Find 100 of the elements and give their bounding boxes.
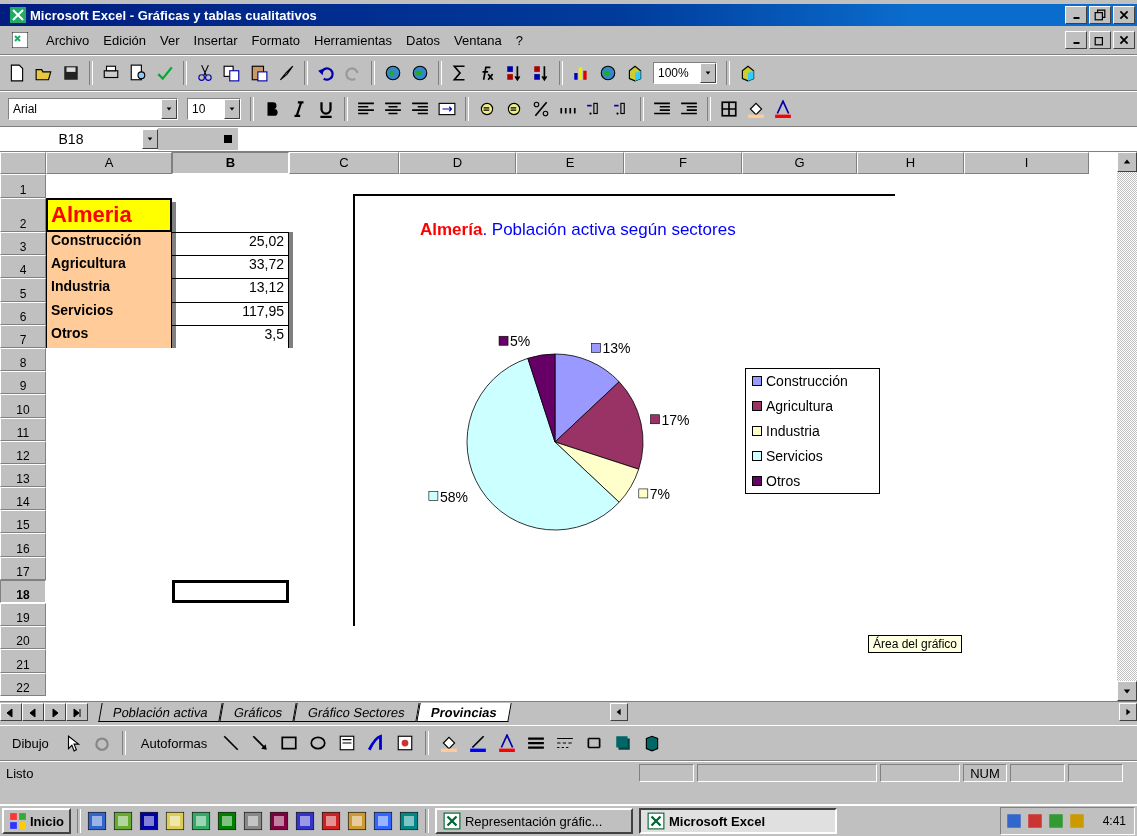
row-header[interactable]: 13	[0, 463, 46, 488]
menu-item[interactable]: Datos	[406, 32, 440, 48]
taskbar-button[interactable]: Representación gráfic...	[434, 808, 633, 834]
font-size-dropdown[interactable]: 10	[187, 98, 241, 120]
dropdown-button[interactable]	[224, 99, 240, 119]
scroll-button[interactable]	[1117, 681, 1137, 701]
new-file-icon[interactable]	[8, 64, 26, 82]
menu-item[interactable]: Ver	[160, 32, 180, 48]
copy-icon[interactable]	[223, 64, 241, 82]
row-header[interactable]: 11	[0, 417, 46, 441]
menu-item[interactable]: Archivo	[46, 32, 90, 48]
row-header[interactable]: 20	[0, 626, 46, 650]
row-header[interactable]: 12	[0, 440, 46, 464]
row-header[interactable]: 16	[0, 533, 46, 557]
menu-item[interactable]: ?	[515, 32, 523, 48]
row-header[interactable]: 18	[0, 579, 46, 603]
rectangle-icon[interactable]	[280, 734, 299, 752]
active-cell[interactable]	[172, 579, 289, 603]
borders-icon[interactable]	[720, 100, 738, 118]
menu-item[interactable]: Edición	[103, 32, 146, 48]
app-shortcut-icon[interactable]	[398, 811, 419, 831]
app-shortcut-icon[interactable]	[164, 811, 185, 831]
globe-icon[interactable]	[384, 64, 402, 82]
row-header[interactable]: 5	[0, 278, 46, 302]
app-shortcut-icon[interactable]	[242, 811, 263, 831]
row-header[interactable]: 17	[0, 556, 46, 580]
paste-icon[interactable]	[250, 64, 268, 82]
column-header[interactable]: C	[289, 152, 399, 174]
horizontal-scrollbar[interactable]	[609, 703, 1137, 721]
clip-art-icon[interactable]	[396, 734, 415, 752]
sheet-nav-button[interactable]	[22, 703, 44, 721]
row-header[interactable]: 9	[0, 371, 46, 395]
column-header[interactable]: G	[742, 152, 857, 174]
menu-item[interactable]: Formato	[251, 32, 300, 48]
column-header[interactable]: E	[516, 152, 624, 174]
tray-icon[interactable]	[1004, 812, 1023, 830]
percent-icon[interactable]	[532, 100, 550, 118]
font-dropdown[interactable]: Arial	[8, 98, 178, 120]
globe-icon[interactable]	[599, 64, 617, 82]
row-header[interactable]: 19	[0, 603, 46, 627]
column-header[interactable]: F	[624, 152, 742, 174]
menu-item[interactable]: Insertar	[193, 32, 238, 48]
line-color-icon[interactable]	[469, 734, 488, 752]
merge-cells-icon[interactable]	[438, 100, 456, 118]
app-shortcut-icon[interactable]	[346, 811, 367, 831]
sheet-tab[interactable]: Gráfico Sectores	[293, 702, 420, 722]
sheet-tab[interactable]: Provincias	[416, 702, 512, 722]
row-header[interactable]: 8	[0, 347, 46, 372]
sheet-tab[interactable]: Población activa	[98, 702, 223, 722]
row-header[interactable]: 6	[0, 301, 46, 325]
restore-button[interactable]	[1089, 6, 1111, 24]
line-style-icon[interactable]	[527, 734, 546, 752]
scroll-button[interactable]	[609, 703, 628, 721]
sort-descending-icon[interactable]	[532, 64, 550, 82]
sheet-tab[interactable]: Gráficos	[219, 702, 297, 722]
taskbar-button[interactable]: Microsoft Excel	[638, 808, 837, 834]
scissors-icon[interactable]	[196, 64, 214, 82]
draw-menu-button[interactable]: Dibujo	[8, 733, 53, 753]
sheet-nav-button[interactable]	[44, 703, 66, 721]
row-header[interactable]: 1	[0, 174, 46, 198]
dropdown-button[interactable]	[142, 129, 158, 149]
app-shortcut-icon[interactable]	[320, 811, 341, 831]
autoshapes-menu-button[interactable]: Autoformas	[136, 733, 212, 753]
zoom-dropdown[interactable]: 100%	[653, 62, 717, 84]
column-header[interactable]: B	[172, 152, 289, 174]
column-header[interactable]: H	[857, 152, 964, 174]
fill-color-icon[interactable]	[440, 734, 459, 752]
print-preview-icon[interactable]	[129, 64, 147, 82]
shadow-icon[interactable]	[614, 734, 633, 752]
close-button[interactable]	[1113, 6, 1135, 24]
brush-icon[interactable]	[277, 64, 295, 82]
minimize-button[interactable]	[1065, 31, 1087, 49]
row-header[interactable]: 21	[0, 649, 46, 673]
scroll-button[interactable]	[1119, 703, 1137, 721]
sheet-nav-button[interactable]	[0, 703, 22, 721]
column-header[interactable]: A	[46, 152, 172, 174]
row-header[interactable]: 2	[0, 198, 46, 232]
app-shortcut-icon[interactable]	[216, 811, 237, 831]
row-header[interactable]: 4	[0, 255, 46, 279]
font-color-icon[interactable]	[774, 100, 792, 118]
menu-item[interactable]: Ventana	[454, 32, 502, 48]
arrow-icon[interactable]	[251, 734, 270, 752]
oval-icon[interactable]	[309, 734, 328, 752]
row-header[interactable]: 10	[0, 394, 46, 418]
scroll-button[interactable]	[1117, 152, 1137, 172]
vertical-scrollbar[interactable]	[1117, 152, 1137, 701]
select-all-corner[interactable]	[0, 152, 46, 174]
minimize-button[interactable]	[1065, 6, 1087, 24]
save-icon[interactable]	[62, 64, 80, 82]
font-color-icon[interactable]	[498, 734, 517, 752]
underline-icon[interactable]	[317, 100, 335, 118]
dropdown-button[interactable]	[161, 99, 177, 119]
column-header[interactable]: I	[964, 152, 1089, 174]
row-header[interactable]: 15	[0, 510, 46, 534]
menu-item[interactable]: Herramientas	[314, 32, 393, 48]
dropdown-button[interactable]	[700, 63, 716, 83]
sheet-nav-button[interactable]	[66, 703, 88, 721]
start-button[interactable]: Inicio	[2, 808, 71, 834]
tray-icon[interactable]	[1025, 812, 1044, 830]
app-shortcut-icon[interactable]	[190, 811, 211, 831]
